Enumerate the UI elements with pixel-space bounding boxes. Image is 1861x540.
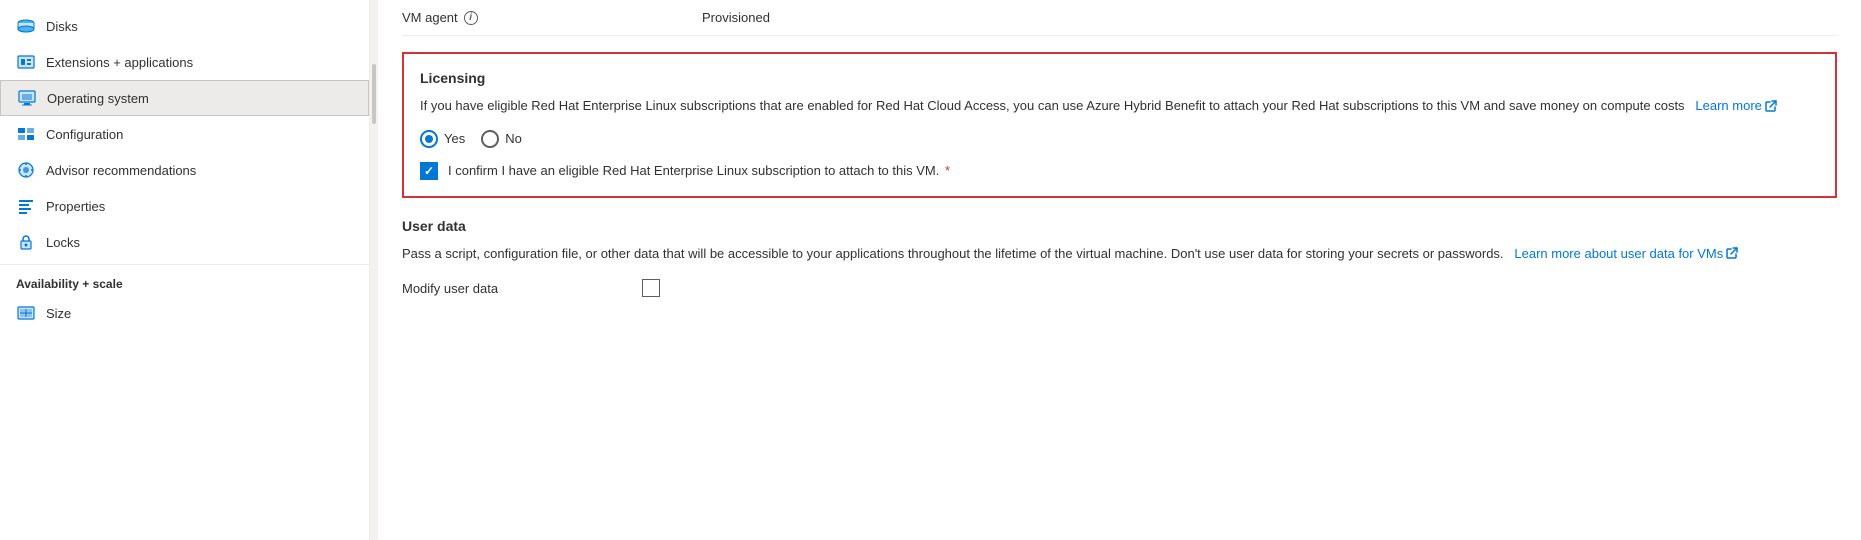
size-icon bbox=[16, 303, 36, 323]
sidebar-item-advisor-label: Advisor recommendations bbox=[46, 163, 196, 178]
required-star: * bbox=[945, 163, 950, 178]
sidebar-item-disks-label: Disks bbox=[46, 19, 78, 34]
vm-agent-row: VM agent i Provisioned bbox=[402, 0, 1837, 36]
os-icon bbox=[17, 88, 37, 108]
vm-agent-text: VM agent bbox=[402, 10, 458, 25]
sidebar-item-disks[interactable]: Disks bbox=[0, 8, 369, 44]
user-data-section: User data Pass a script, configuration f… bbox=[402, 218, 1837, 298]
modify-user-data-checkbox[interactable] bbox=[642, 279, 660, 297]
disks-icon bbox=[16, 16, 36, 36]
user-data-title: User data bbox=[402, 218, 1837, 234]
sidebar-item-locks-label: Locks bbox=[46, 235, 80, 250]
licensing-learn-more-text: Learn more bbox=[1695, 96, 1761, 116]
modify-user-data-row: Modify user data bbox=[402, 279, 1837, 297]
vm-agent-value: Provisioned bbox=[702, 10, 770, 25]
sidebar-item-configuration-label: Configuration bbox=[46, 127, 123, 142]
locks-icon bbox=[16, 232, 36, 252]
licensing-checkbox-row[interactable]: ✓ I confirm I have an eligible Red Hat E… bbox=[420, 162, 1819, 180]
licensing-desc-text: If you have eligible Red Hat Enterprise … bbox=[420, 98, 1685, 113]
vm-agent-info-icon[interactable]: i bbox=[464, 11, 478, 25]
licensing-box: Licensing If you have eligible Red Hat E… bbox=[402, 52, 1837, 198]
sidebar-item-operating-system[interactable]: Operating system bbox=[0, 80, 369, 116]
sidebar-item-configuration[interactable]: Configuration bbox=[0, 116, 369, 152]
licensing-radio-group: Yes No bbox=[420, 130, 1819, 148]
radio-no-circle[interactable] bbox=[481, 130, 499, 148]
user-data-learn-more-text: Learn more about user data for VMs bbox=[1514, 244, 1723, 264]
user-data-learn-more-link[interactable]: Learn more about user data for VMs bbox=[1514, 244, 1738, 264]
external-link-icon bbox=[1765, 100, 1777, 112]
licensing-title: Licensing bbox=[420, 70, 1819, 86]
licensing-description: If you have eligible Red Hat Enterprise … bbox=[420, 96, 1819, 116]
sidebar-divider bbox=[370, 0, 378, 540]
licensing-learn-more-link[interactable]: Learn more bbox=[1695, 96, 1776, 116]
sidebar-item-size[interactable]: Size bbox=[0, 295, 369, 331]
availability-scale-header: Availability + scale bbox=[0, 264, 369, 295]
modify-user-data-label: Modify user data bbox=[402, 281, 562, 296]
sidebar-item-locks[interactable]: Locks bbox=[0, 224, 369, 260]
checkbox-label-text: I confirm I have an eligible Red Hat Ent… bbox=[448, 163, 939, 178]
config-icon bbox=[16, 124, 36, 144]
radio-no[interactable]: No bbox=[481, 130, 522, 148]
checkbox-checkmark: ✓ bbox=[424, 164, 434, 178]
sidebar-item-advisor-recommendations[interactable]: Advisor recommendations bbox=[0, 152, 369, 188]
sidebar: Disks Extensions + applications Operatin… bbox=[0, 0, 370, 540]
radio-no-label: No bbox=[505, 131, 522, 146]
user-data-description: Pass a script, configuration file, or ot… bbox=[402, 244, 1837, 264]
user-data-external-link-icon bbox=[1726, 247, 1738, 259]
extensions-icon bbox=[16, 52, 36, 72]
advisor-icon bbox=[16, 160, 36, 180]
properties-icon bbox=[16, 196, 36, 216]
licensing-checkbox-label: I confirm I have an eligible Red Hat Ent… bbox=[448, 163, 950, 178]
radio-yes-circle[interactable] bbox=[420, 130, 438, 148]
sidebar-item-properties-label: Properties bbox=[46, 199, 105, 214]
radio-yes[interactable]: Yes bbox=[420, 130, 465, 148]
sidebar-item-extensions-label: Extensions + applications bbox=[46, 55, 193, 70]
sidebar-item-extensions[interactable]: Extensions + applications bbox=[0, 44, 369, 80]
user-data-desc-text: Pass a script, configuration file, or ot… bbox=[402, 246, 1504, 261]
vm-agent-label: VM agent i bbox=[402, 10, 702, 25]
radio-yes-label: Yes bbox=[444, 131, 465, 146]
scrollbar[interactable] bbox=[372, 64, 376, 124]
sidebar-item-size-label: Size bbox=[46, 306, 71, 321]
main-content: VM agent i Provisioned Licensing If you … bbox=[378, 0, 1861, 540]
licensing-checkbox[interactable]: ✓ bbox=[420, 162, 438, 180]
sidebar-item-properties[interactable]: Properties bbox=[0, 188, 369, 224]
sidebar-item-os-label: Operating system bbox=[47, 91, 149, 106]
